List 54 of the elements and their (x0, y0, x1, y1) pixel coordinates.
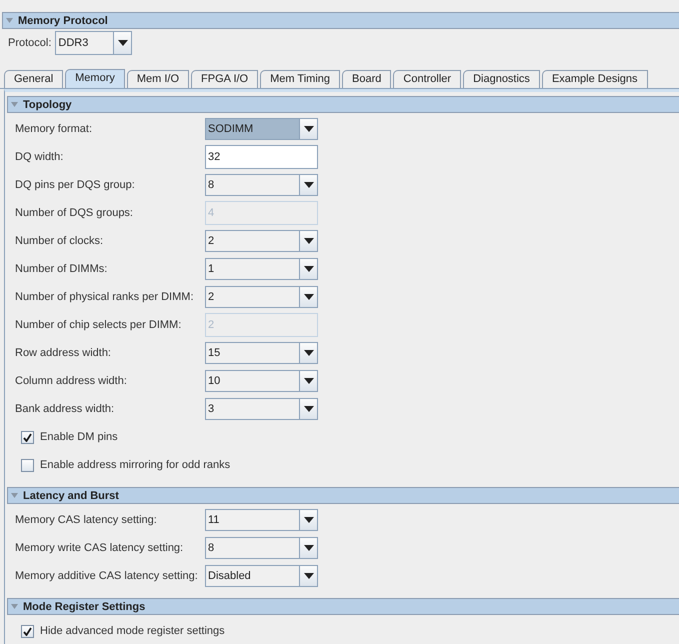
field-label: Memory additive CAS latency setting: (15, 570, 199, 582)
field-label: Protocol: (8, 36, 52, 48)
dropdown[interactable]: SODIMM (205, 118, 318, 140)
dropdown[interactable]: 15 (205, 342, 318, 364)
dropdown[interactable]: Disabled (205, 565, 318, 587)
section-header[interactable]: Mode Register Settings (7, 598, 679, 615)
checkbox-label: Enable DM pins (40, 431, 118, 443)
input-field: 2 (205, 313, 318, 337)
field-label: Number of DIMMs: (15, 263, 108, 275)
checkbox[interactable] (21, 458, 34, 472)
tab[interactable]: Controller (393, 70, 462, 88)
section-title: Latency and Burst (23, 490, 119, 502)
section-header[interactable]: Memory Protocol (2, 12, 679, 29)
field-label: DQ width: (15, 151, 64, 163)
dropdown[interactable]: 8 (205, 537, 318, 559)
input-field[interactable]: 32 (205, 145, 318, 169)
field-label: Number of physical ranks per DIMM: (15, 291, 194, 303)
section-title: Mode Register Settings (23, 600, 146, 612)
dropdown[interactable]: 10 (205, 370, 318, 392)
field-label: Memory CAS latency setting: (15, 514, 158, 526)
checkbox[interactable] (21, 430, 34, 444)
tab[interactable]: Memory (65, 69, 125, 88)
field-label: Number of DQS groups: (15, 207, 134, 219)
checkbox[interactable] (21, 624, 34, 638)
field-label: Memory write CAS latency setting: (15, 542, 184, 554)
dropdown[interactable]: 2 (205, 286, 318, 308)
field-label: Column address width: (15, 375, 128, 387)
tab[interactable]: General (4, 70, 64, 88)
checkbox-label: Enable address mirroring for odd ranks (40, 459, 230, 471)
dropdown[interactable]: 8 (205, 174, 318, 196)
field-label: Row address width: (15, 347, 112, 359)
tab[interactable]: Mem Timing (260, 70, 340, 88)
input-field: 4 (205, 201, 318, 225)
section-title: Topology (23, 98, 72, 110)
tab[interactable]: Board (342, 70, 392, 88)
dropdown[interactable]: DDR3 (55, 30, 132, 54)
field-label: DQ pins per DQS group: (15, 179, 136, 191)
tab[interactable]: Mem I/O (126, 70, 190, 88)
field-label: Number of clocks: (15, 235, 104, 247)
tab[interactable]: Example Designs (542, 70, 648, 88)
dropdown[interactable]: 3 (205, 398, 318, 420)
field-label: Memory format: (15, 123, 94, 135)
dropdown[interactable]: 1 (205, 258, 318, 280)
dropdown-value: SODIMM (206, 119, 300, 139)
section-title: Memory Protocol (18, 14, 108, 26)
tab[interactable]: Diagnostics (463, 70, 540, 88)
field-label: Bank address width: (15, 403, 116, 415)
section-header[interactable]: Latency and Burst (7, 487, 679, 504)
tab[interactable]: FPGA I/O (191, 70, 258, 88)
section-header[interactable]: Topology (7, 96, 679, 113)
checkbox-label: Hide advanced mode register settings (40, 625, 225, 637)
field-label: Number of chip selects per DIMM: (15, 319, 182, 331)
dropdown[interactable]: 2 (205, 230, 318, 252)
dropdown[interactable]: 11 (205, 509, 318, 531)
